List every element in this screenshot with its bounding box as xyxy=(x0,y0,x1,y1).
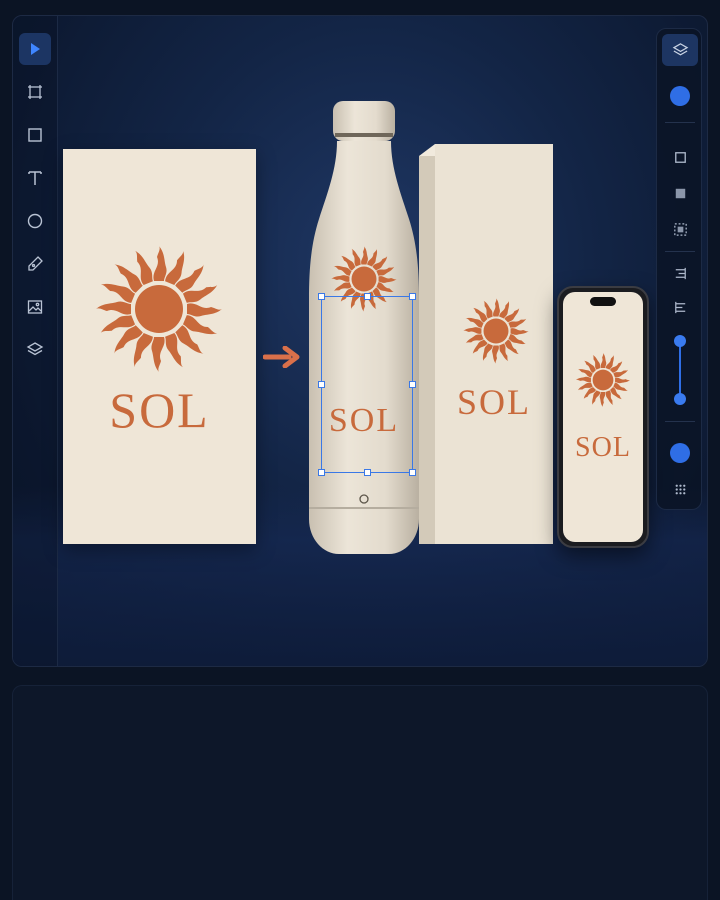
phone-notch xyxy=(590,297,616,306)
outline-square-button[interactable] xyxy=(662,141,698,173)
selection-bounding-box[interactable] xyxy=(318,293,416,476)
phone-wordmark: SOL xyxy=(575,432,631,463)
box-wordmark: SOL xyxy=(456,382,531,422)
pen-icon xyxy=(28,256,43,271)
fill-color-button[interactable] xyxy=(662,80,698,112)
dashed-square-icon xyxy=(673,222,687,236)
grid-dots-icon xyxy=(675,484,685,494)
phone-sun-icon xyxy=(575,352,631,408)
phone-screen: SOL xyxy=(563,292,643,542)
sun-ray xyxy=(575,376,591,383)
slider-knob-bottom[interactable] xyxy=(674,393,686,405)
box-shape xyxy=(419,144,553,544)
square-icon xyxy=(28,128,42,142)
packaging-box-mockup[interactable]: SOL xyxy=(419,144,553,544)
text-icon xyxy=(28,171,42,185)
align-right-icon xyxy=(675,267,686,279)
divider xyxy=(665,421,695,422)
image-tool-button[interactable] xyxy=(19,291,51,323)
layers-tool-button[interactable] xyxy=(19,334,51,366)
frame-tool-button[interactable] xyxy=(19,76,51,108)
solid-square-icon xyxy=(675,188,685,198)
layers-panel-button[interactable] xyxy=(662,34,698,66)
resize-handle-bottom[interactable] xyxy=(364,469,371,476)
square-icon xyxy=(674,151,686,163)
stroke-color-button[interactable] xyxy=(662,437,698,469)
slider-knob-top[interactable] xyxy=(674,335,686,347)
text-tool-button[interactable] xyxy=(19,162,51,194)
image-icon xyxy=(27,300,43,314)
arrow-right-icon xyxy=(263,346,300,368)
resize-handle-top-right[interactable] xyxy=(409,293,416,300)
divider xyxy=(665,122,695,123)
resize-handle-top[interactable] xyxy=(364,293,371,300)
rectangle-tool-button[interactable] xyxy=(19,119,51,151)
brand-wordmark: SOL xyxy=(109,382,210,438)
color-swatch-dot xyxy=(670,443,690,463)
resize-handle-left[interactable] xyxy=(318,381,325,388)
sun-ray xyxy=(600,352,607,368)
frame-icon xyxy=(28,85,42,99)
align-left-icon xyxy=(674,301,685,313)
pointer-icon xyxy=(31,43,40,55)
solid-square-button[interactable] xyxy=(662,177,698,209)
grid-button[interactable] xyxy=(662,473,698,505)
sun-ray xyxy=(151,337,165,372)
resize-handle-top-left[interactable] xyxy=(318,293,325,300)
sun-ray xyxy=(599,392,606,408)
sun-ray xyxy=(96,301,131,315)
sun-logo-icon xyxy=(96,246,222,372)
bottom-panel xyxy=(12,685,708,900)
layers-icon xyxy=(672,42,688,55)
align-left-button[interactable] xyxy=(662,291,698,323)
resize-handle-bottom-left[interactable] xyxy=(318,469,325,476)
pen-tool-button[interactable] xyxy=(19,248,51,280)
align-right-button[interactable] xyxy=(662,257,698,289)
phone-mockup[interactable]: SOL xyxy=(557,286,649,548)
canvas-panel: SOL SOL SOL SOL xyxy=(12,15,708,667)
divider xyxy=(665,251,695,252)
logo-artwork-card[interactable]: SOL xyxy=(63,149,256,544)
ellipse-tool-button[interactable] xyxy=(19,205,51,237)
left-toolbar xyxy=(13,16,58,666)
resize-handle-bottom-right[interactable] xyxy=(409,469,416,476)
circle-icon xyxy=(27,213,43,229)
right-toolbar xyxy=(656,28,702,510)
sun-ray xyxy=(153,246,167,281)
layers-icon xyxy=(26,342,44,356)
sun-ray xyxy=(615,377,631,384)
color-swatch-dot xyxy=(670,86,690,106)
resize-handle-right[interactable] xyxy=(409,381,416,388)
sun-ray xyxy=(187,303,222,317)
select-tool-button[interactable] xyxy=(19,33,51,65)
dashed-square-button[interactable] xyxy=(662,213,698,245)
